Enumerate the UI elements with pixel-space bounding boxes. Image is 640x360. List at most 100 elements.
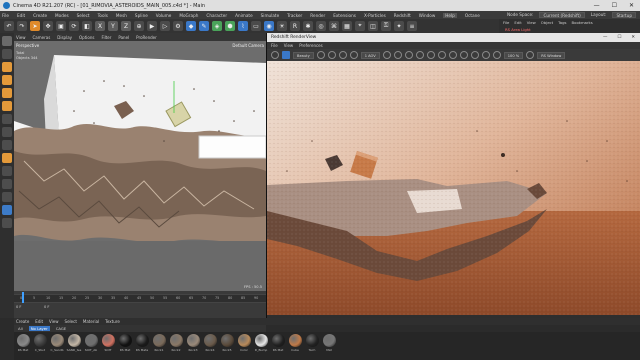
rv-layers-icon[interactable]: [448, 51, 457, 59]
material-swatch[interactable]: Mat: [322, 334, 336, 360]
rv-menu-preferences[interactable]: Preferences: [299, 43, 323, 48]
om-menu-file[interactable]: File: [503, 20, 509, 25]
rv-frame-icon[interactable]: [481, 51, 490, 59]
material-swatch[interactable]: RS Mat: [118, 334, 132, 360]
vp-menu-display[interactable]: Display: [57, 35, 72, 40]
material-swatch[interactable]: Rock3: [186, 334, 200, 360]
rv-clear-icon[interactable]: [327, 51, 336, 59]
menu-animate[interactable]: Animate: [235, 13, 253, 18]
material-swatch[interactable]: RS Mate: [135, 334, 149, 360]
snap-icon[interactable]: ⌖: [355, 21, 365, 31]
mat-menu-texture[interactable]: Texture: [105, 319, 120, 324]
frame-start-field[interactable]: 0 F: [16, 305, 22, 309]
menu-volume[interactable]: Volume: [156, 13, 172, 18]
rv-history-icon[interactable]: [459, 51, 468, 59]
rv-channel-dropdown[interactable]: RS Window: [537, 51, 566, 59]
menu-mesh[interactable]: Mesh: [116, 13, 127, 18]
material-swatch[interactable]: Color: [237, 334, 251, 360]
rotate-icon[interactable]: ⟳: [69, 21, 79, 31]
om-menu-object[interactable]: Object: [541, 20, 553, 25]
mat-menu-create[interactable]: Create: [16, 319, 29, 324]
perspective-viewport[interactable]: Perspective Default Camera Total Objects…: [14, 41, 266, 291]
menu-x-particles[interactable]: X-Particles: [364, 13, 386, 18]
rv-region-icon[interactable]: [393, 51, 402, 59]
axis-z-button[interactable]: Z: [121, 21, 131, 31]
vp-menu-cameras[interactable]: Cameras: [33, 35, 51, 40]
mat-menu-material[interactable]: Material: [83, 319, 99, 324]
python-icon[interactable]: ⌘: [329, 21, 339, 31]
octane-icon[interactable]: ◎: [316, 21, 326, 31]
maximize-button[interactable]: ☐: [612, 2, 617, 9]
om-menu-view[interactable]: View: [527, 20, 536, 25]
frame-current-field[interactable]: 0 F: [44, 305, 50, 309]
om-menu-edit[interactable]: Edit: [514, 20, 521, 25]
render-image[interactable]: [267, 61, 640, 315]
material-swatch[interactable]: SOIT: [101, 334, 115, 360]
rv-focus-icon[interactable]: [426, 51, 435, 59]
rv-zoom-field[interactable]: 100 %: [503, 51, 524, 59]
menu-select[interactable]: Select: [77, 13, 90, 18]
recent-tools-icon[interactable]: ◧: [82, 21, 92, 31]
axis-mode-icon[interactable]: [2, 127, 12, 137]
material-swatch[interactable]: Tech: [305, 334, 319, 360]
material-swatch[interactable]: C_Sandb: [50, 334, 64, 360]
rv-settings-icon[interactable]: [470, 51, 479, 59]
lock-icon[interactable]: ⚿: [381, 21, 391, 31]
rv-aov-dropdown[interactable]: 1 AOV: [360, 51, 380, 59]
om-menu-bookmarks[interactable]: Bookmarks: [572, 20, 593, 25]
timeline-playhead[interactable]: [22, 292, 24, 303]
material-swatch[interactable]: Rock4: [203, 334, 217, 360]
coordinate-system-icon[interactable]: ⊕: [134, 21, 144, 31]
om-menu-tags[interactable]: Tags: [558, 20, 566, 25]
material-swatch[interactable]: SOIT_Ab: [84, 334, 98, 360]
axis-x-button[interactable]: X: [95, 21, 105, 31]
rv-snapshot-icon[interactable]: [316, 51, 325, 59]
rv-display-dropdown[interactable]: Beauty: [293, 51, 314, 59]
rv-minimize-button[interactable]: —: [603, 35, 607, 40]
snapping-icon[interactable]: [2, 179, 12, 189]
mat-menu-edit[interactable]: Edit: [35, 319, 43, 324]
node-space-dropdown[interactable]: Current (Redshift): [539, 12, 585, 18]
rv-compare-icon[interactable]: [349, 51, 358, 59]
rv-grid-icon[interactable]: [404, 51, 413, 59]
tweak-mode-icon[interactable]: [2, 140, 12, 150]
viewport-solo-icon[interactable]: [2, 166, 12, 176]
lock-workplane-icon[interactable]: [2, 205, 12, 215]
menu-octane[interactable]: Octane: [465, 13, 480, 18]
polygons-mode-icon[interactable]: [2, 101, 12, 111]
material-swatch[interactable]: C_Stud: [33, 334, 47, 360]
vp-menu-panel[interactable]: Panel: [118, 35, 129, 40]
menu-redshift[interactable]: Redshift: [394, 13, 411, 18]
edges-mode-icon[interactable]: [2, 88, 12, 98]
menu-render[interactable]: Render: [310, 13, 325, 18]
mat-menu-select[interactable]: Select: [65, 319, 77, 324]
material-swatch[interactable]: Rock5: [220, 334, 234, 360]
rv-sun-icon[interactable]: [415, 51, 424, 59]
menu-window[interactable]: Window: [419, 13, 436, 18]
menu-help[interactable]: Help: [443, 12, 457, 18]
script-icon[interactable]: ≡: [407, 21, 417, 31]
vp-menu-filter[interactable]: Filter: [101, 35, 111, 40]
menu-modes[interactable]: Modes: [55, 13, 69, 18]
rv-close-button[interactable]: ✕: [631, 35, 635, 40]
undo-icon[interactable]: ↶: [4, 21, 14, 31]
material-swatch[interactable]: Cube: [288, 334, 302, 360]
vp-menu-options[interactable]: Options: [79, 35, 94, 40]
pen-spline-icon[interactable]: ✎: [199, 21, 209, 31]
subdivision-icon[interactable]: ◈: [212, 21, 222, 31]
menu-simulate[interactable]: Simulate: [261, 13, 280, 18]
deformer-icon[interactable]: ⌇: [238, 21, 248, 31]
rv-save-icon[interactable]: [492, 51, 501, 59]
menu-mograph[interactable]: MoGraph: [179, 13, 198, 18]
material-swatch[interactable]: SAND_tes: [67, 334, 81, 360]
texture-mode-icon[interactable]: [2, 62, 12, 72]
menu-character[interactable]: Character: [206, 13, 227, 18]
menu-tracker[interactable]: Tracker: [287, 13, 302, 18]
axis-y-button[interactable]: Y: [108, 21, 118, 31]
select-arrow-icon[interactable]: ➤: [30, 21, 40, 31]
model-mode-icon[interactable]: [2, 49, 12, 59]
menu-tools[interactable]: Tools: [98, 13, 108, 18]
rv-ipr-icon[interactable]: [437, 51, 446, 59]
redo-icon[interactable]: ↷: [17, 21, 27, 31]
array-icon[interactable]: ⬢: [225, 21, 235, 31]
